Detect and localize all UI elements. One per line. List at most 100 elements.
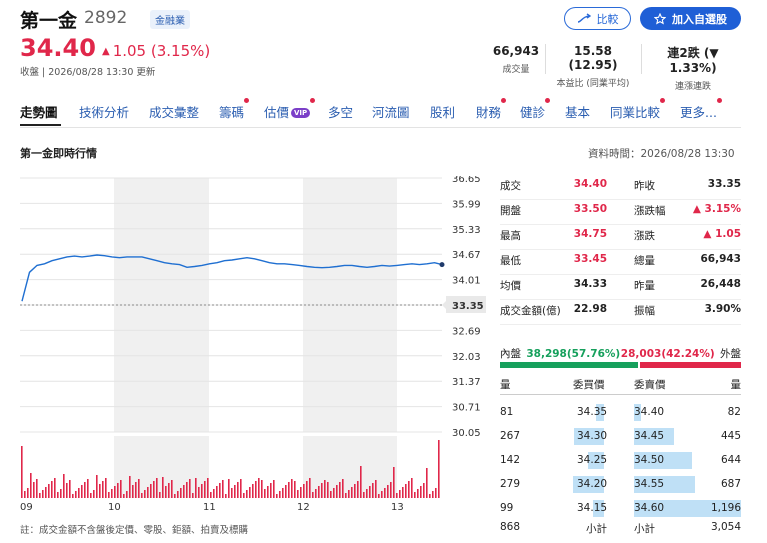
notification-dot bbox=[660, 98, 666, 103]
tab-12[interactable]: 更多... bbox=[680, 98, 722, 121]
quote-label: 總量 bbox=[634, 255, 655, 267]
quote-label: 成交金額(億) bbox=[500, 305, 561, 317]
reference-label-pointer bbox=[442, 300, 447, 310]
tab-10[interactable]: 基本 bbox=[565, 102, 590, 121]
bid-qty: 142 bbox=[500, 454, 521, 466]
bid-qty: 81 bbox=[500, 406, 514, 418]
stat-pe-value: 15.58 (12.95) bbox=[568, 44, 618, 72]
inner-ratio-fill bbox=[500, 362, 638, 368]
volume-bar bbox=[387, 485, 389, 498]
volume-bar bbox=[42, 490, 44, 498]
x-tick-label: 12 bbox=[297, 502, 310, 513]
volume-bar bbox=[423, 483, 425, 498]
ask-qty-header: 量 bbox=[730, 379, 742, 391]
stat-streak-value: 連2跌 (▼ 1.33%) bbox=[667, 46, 719, 75]
volume-bar bbox=[366, 489, 368, 498]
compare-button[interactable]: 比較 bbox=[564, 7, 631, 30]
volume-bar bbox=[135, 482, 137, 498]
quote-value: 34.40 bbox=[573, 178, 607, 190]
volume-bar bbox=[27, 488, 29, 498]
volume-bar bbox=[45, 487, 47, 498]
y-tick-label: 34.01 bbox=[452, 276, 481, 287]
volume-bar bbox=[372, 483, 374, 498]
quote-label: 成交 bbox=[500, 180, 521, 192]
ask-price: 34.50 bbox=[634, 454, 665, 466]
row-divider bbox=[500, 199, 741, 200]
tab-2[interactable]: 成交彙整 bbox=[149, 102, 199, 121]
tab-5[interactable]: 多空 bbox=[328, 102, 353, 121]
quote-value: 22.98 bbox=[573, 303, 607, 315]
volume-bar bbox=[354, 484, 356, 498]
intraday-chart[interactable]: 36.65 35.99 35.33 34.67 34.01 32.69 32.03 31.37… bbox=[20, 176, 496, 516]
volume-bar bbox=[426, 468, 428, 498]
volume-bar bbox=[222, 480, 224, 498]
volume-bar bbox=[321, 483, 323, 498]
reference-label: 33.35 bbox=[452, 301, 484, 312]
volume-bar bbox=[330, 491, 332, 498]
bid-qty: 267 bbox=[500, 430, 521, 442]
divider bbox=[545, 44, 546, 74]
volume-bar bbox=[219, 483, 221, 498]
volume-bar bbox=[117, 483, 119, 498]
y-tick-label: 36.65 bbox=[452, 176, 481, 185]
tab-0[interactable]: 走勢圖 bbox=[20, 102, 58, 121]
volume-bar bbox=[138, 479, 140, 498]
tab-11[interactable]: 同業比較 bbox=[610, 98, 666, 121]
volume-bar bbox=[24, 491, 26, 498]
volume-bar bbox=[381, 491, 383, 498]
inner-outer-ratio-bar bbox=[500, 362, 741, 368]
stat-volume: 66,943 成交量 bbox=[490, 44, 542, 75]
tab-1[interactable]: 技術分析 bbox=[79, 102, 129, 121]
volume-bar bbox=[201, 484, 203, 498]
tab-9[interactable]: 健診 bbox=[520, 98, 551, 121]
inner-volume: 內盤 38,298(57.76%) bbox=[500, 346, 620, 361]
bid-price: 34.20 bbox=[577, 478, 608, 490]
last-price-dot bbox=[439, 262, 445, 268]
tab-label: 健診 bbox=[520, 105, 546, 120]
y-tick-label: 32.69 bbox=[452, 326, 481, 337]
quote-value: ▲ 3.15% bbox=[692, 203, 741, 215]
x-tick-label: 11 bbox=[203, 502, 216, 513]
tab-8[interactable]: 財務 bbox=[476, 98, 507, 121]
add-watchlist-button[interactable]: 加入自選股 bbox=[640, 7, 741, 30]
volume-bar bbox=[363, 492, 365, 498]
tab-4[interactable]: 估價 VIP bbox=[264, 98, 316, 121]
volume-bar bbox=[177, 491, 179, 498]
volume-bar bbox=[261, 480, 263, 498]
volume-bar bbox=[414, 492, 416, 498]
volume-bar bbox=[435, 488, 437, 498]
volume-bar bbox=[225, 494, 227, 498]
y-tick-label: 31.37 bbox=[452, 377, 481, 388]
volume-bar bbox=[144, 490, 146, 498]
tab-6[interactable]: 河流圖 bbox=[372, 102, 410, 121]
volume-bar bbox=[60, 489, 62, 498]
volume-bar bbox=[333, 488, 335, 498]
vip-badge: VIP bbox=[291, 108, 311, 118]
star-icon bbox=[654, 12, 666, 25]
quote-value: 33.35 bbox=[707, 178, 741, 190]
volume-bar bbox=[147, 487, 149, 498]
volume-bar bbox=[198, 487, 200, 498]
tab-label: 籌碼 bbox=[219, 105, 245, 120]
volume-bar bbox=[234, 485, 236, 498]
volume-bar bbox=[384, 488, 386, 498]
volume-bar bbox=[231, 488, 233, 498]
stat-pe-label: 本益比 (同業平均) bbox=[556, 79, 630, 89]
volume-bar bbox=[183, 485, 185, 498]
up-triangle-icon: ▲ bbox=[102, 46, 110, 57]
ask-qty: 644 bbox=[720, 454, 741, 466]
volume-bar bbox=[348, 490, 350, 498]
close-time: 收盤 | 2026/08/28 13:30 更新 bbox=[20, 67, 156, 78]
tab-3[interactable]: 籌碼 bbox=[219, 98, 250, 121]
tab-7[interactable]: 股利 bbox=[430, 102, 455, 121]
active-tab-indicator bbox=[20, 124, 61, 126]
volume-bar bbox=[111, 489, 113, 498]
divider bbox=[641, 44, 642, 74]
volume-bar bbox=[126, 491, 128, 498]
volume-bar bbox=[93, 490, 95, 498]
volume-bar bbox=[240, 479, 242, 498]
volume-bar bbox=[36, 479, 38, 498]
volume-bar bbox=[21, 446, 23, 498]
industry-badge[interactable]: 金融業 bbox=[150, 10, 190, 29]
volume-bar bbox=[102, 481, 104, 498]
